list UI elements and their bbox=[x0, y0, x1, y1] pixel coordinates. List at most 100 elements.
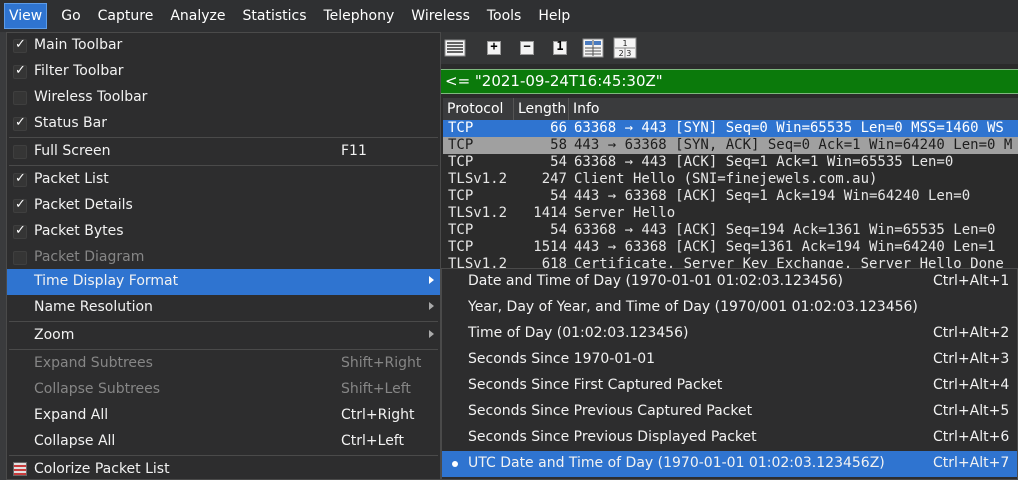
column-header-info[interactable]: Info bbox=[569, 98, 1018, 120]
packet-length: 54 bbox=[550, 154, 567, 170]
menu-item-collapse-all[interactable]: Collapse All Ctrl+Left bbox=[7, 429, 440, 455]
menu-wireless[interactable]: Wireless bbox=[408, 3, 473, 29]
submenu-item-shortcut: Ctrl+Alt+7 bbox=[933, 455, 1010, 471]
menu-item-label: Full Screen bbox=[34, 143, 111, 159]
submenu-item-seconds-since-first[interactable]: Seconds Since First Captured Packet Ctrl… bbox=[442, 373, 1017, 399]
packet-protocol: TCP bbox=[448, 154, 474, 170]
submenu-item-label: Year, Day of Year, and Time of Day (1970… bbox=[468, 299, 918, 315]
submenu-item-year-day-of-year[interactable]: Year, Day of Year, and Time of Day (1970… bbox=[442, 295, 1017, 321]
packet-info: Client Hello (SNI=finejewels.com.au) bbox=[574, 171, 878, 187]
menu-item-expand-subtrees[interactable]: Expand Subtrees Shift+Right bbox=[7, 351, 440, 377]
menu-item-label: Zoom bbox=[34, 327, 75, 343]
packet-row[interactable]: TLSv1.2 1414 Server Hello bbox=[443, 205, 1018, 222]
packet-length: 1414 bbox=[533, 205, 567, 221]
resize-columns-graphic bbox=[582, 38, 604, 58]
column-header-protocol[interactable]: Protocol bbox=[443, 98, 514, 120]
resize-columns-icon[interactable] bbox=[581, 36, 605, 60]
menu-item-time-display-format[interactable]: Time Display Format bbox=[7, 269, 440, 295]
menu-item-shortcut: Shift+Left bbox=[341, 381, 411, 397]
menu-view[interactable]: View bbox=[4, 3, 48, 29]
menu-item-shortcut: Shift+Right bbox=[341, 355, 422, 371]
colorize-icon[interactable] bbox=[443, 36, 467, 60]
menu-item-label: Packet List bbox=[34, 171, 109, 187]
menu-item-packet-list[interactable]: ✓ Packet List bbox=[7, 167, 440, 193]
menu-go[interactable]: Go bbox=[58, 3, 83, 29]
checkbox-icon: ✓ bbox=[13, 37, 27, 53]
menu-analyze[interactable]: Analyze bbox=[167, 3, 228, 29]
menu-item-colorize-packet-list[interactable]: Colorize Packet List bbox=[7, 457, 440, 480]
view-menu: ✓ Main Toolbar ✓ Filter Toolbar Wireless… bbox=[6, 32, 441, 480]
menu-item-label: Colorize Packet List bbox=[34, 461, 170, 477]
submenu-item-shortcut: Ctrl+Alt+2 bbox=[933, 325, 1010, 341]
checkbox-icon bbox=[13, 251, 27, 265]
checkbox-icon: ✓ bbox=[13, 171, 27, 187]
menu-telephony[interactable]: Telephony bbox=[321, 3, 398, 29]
menu-item-shortcut: Ctrl+Left bbox=[341, 433, 404, 449]
zoom-normal-glyph: 1 bbox=[556, 39, 564, 53]
submenu-item-shortcut: Ctrl+Alt+5 bbox=[933, 403, 1010, 419]
zoom-out-icon[interactable]: − bbox=[515, 36, 539, 60]
packet-row[interactable]: TCP 1514 443 → 63368 [ACK] Seq=1361 Ack=… bbox=[443, 239, 1018, 256]
packet-row[interactable]: TCP 58 443 → 63368 [SYN, ACK] Seq=0 Ack=… bbox=[443, 137, 1018, 154]
packet-protocol: TCP bbox=[448, 222, 474, 238]
submenu-item-label: Seconds Since First Captured Packet bbox=[468, 377, 723, 393]
zoom-normal-icon[interactable]: 1 bbox=[548, 36, 572, 60]
menu-item-label: Packet Details bbox=[34, 197, 133, 213]
menu-item-collapse-subtrees[interactable]: Collapse Subtrees Shift+Left bbox=[7, 377, 440, 403]
check-mark-icon: ✓ bbox=[15, 115, 26, 130]
packet-protocol: TLSv1.2 bbox=[448, 205, 508, 221]
zoom-in-box: + bbox=[487, 39, 501, 55]
menu-item-packet-details[interactable]: ✓ Packet Details bbox=[7, 193, 440, 219]
menu-item-full-screen[interactable]: Full Screen F11 bbox=[7, 139, 440, 165]
packet-length: 247 bbox=[541, 171, 567, 187]
check-mark-icon: ✓ bbox=[15, 223, 26, 238]
check-mark-icon: ✓ bbox=[15, 171, 26, 186]
display-filter-text[interactable]: <= "2021-09-24T16:45:30Z" bbox=[445, 72, 663, 90]
packet-length: 54 bbox=[550, 222, 567, 238]
menu-separator bbox=[9, 321, 438, 322]
menu-item-zoom[interactable]: Zoom bbox=[7, 323, 440, 349]
submenu-item-shortcut: Ctrl+Alt+4 bbox=[933, 377, 1010, 393]
menu-item-label: Packet Diagram bbox=[34, 249, 145, 265]
menu-separator bbox=[9, 455, 438, 456]
check-mark-icon: ✓ bbox=[15, 63, 26, 78]
menu-item-label: Wireless Toolbar bbox=[34, 89, 148, 105]
menu-help[interactable]: Help bbox=[535, 3, 573, 29]
zoom-in-icon[interactable]: + bbox=[482, 36, 506, 60]
checkbox-icon: ✓ bbox=[13, 197, 27, 213]
menu-item-label: Expand Subtrees bbox=[34, 355, 153, 371]
packet-row[interactable]: TCP 54 63368 → 443 [ACK] Seq=194 Ack=136… bbox=[443, 222, 1018, 239]
checkbox-icon bbox=[13, 91, 27, 105]
column-header-length[interactable]: Length bbox=[514, 98, 569, 120]
menu-item-wireless-toolbar[interactable]: Wireless Toolbar bbox=[7, 85, 440, 111]
menu-item-expand-all[interactable]: Expand All Ctrl+Right bbox=[7, 403, 440, 429]
menu-item-packet-diagram[interactable]: Packet Diagram bbox=[7, 245, 440, 271]
menu-item-main-toolbar[interactable]: ✓ Main Toolbar bbox=[7, 33, 440, 59]
packet-row[interactable]: TCP 54 63368 → 443 [ACK] Seq=1 Ack=1 Win… bbox=[443, 154, 1018, 171]
packet-row[interactable]: TLSv1.2 247 Client Hello (SNI=finejewels… bbox=[443, 171, 1018, 188]
menu-separator bbox=[9, 137, 438, 138]
packet-length: 54 bbox=[550, 188, 567, 204]
packet-row[interactable]: TCP 66 63368 → 443 [SYN] Seq=0 Win=65535… bbox=[443, 120, 1018, 137]
packet-info: 443 → 63368 [ACK] Seq=1361 Ack=194 Win=6… bbox=[574, 239, 996, 255]
menu-statistics[interactable]: Statistics bbox=[240, 3, 310, 29]
packet-length: 58 bbox=[550, 137, 567, 153]
submenu-item-seconds-since-prev-captured[interactable]: Seconds Since Previous Captured Packet C… bbox=[442, 399, 1017, 425]
menu-item-label: Status Bar bbox=[34, 115, 108, 131]
packet-info: 443 → 63368 [SYN, ACK] Seq=0 Ack=1 Win=6… bbox=[574, 137, 1013, 153]
packet-row[interactable]: TCP 54 443 → 63368 [ACK] Seq=1 Ack=194 W… bbox=[443, 188, 1018, 205]
menu-item-packet-bytes[interactable]: ✓ Packet Bytes bbox=[7, 219, 440, 245]
submenu-item-seconds-since-epoch[interactable]: Seconds Since 1970-01-01 Ctrl+Alt+3 bbox=[442, 347, 1017, 373]
submenu-item-utc-date-time[interactable]: UTC Date and Time of Day (1970-01-01 01:… bbox=[442, 451, 1017, 477]
menu-item-name-resolution[interactable]: Name Resolution bbox=[7, 295, 440, 321]
submenu-item-date-time-of-day[interactable]: Date and Time of Day (1970-01-01 01:02:0… bbox=[442, 269, 1017, 295]
menu-capture[interactable]: Capture bbox=[95, 3, 157, 29]
time-format-icon[interactable]: 1 2 3 bbox=[613, 36, 637, 60]
submenu-item-seconds-since-prev-displayed[interactable]: Seconds Since Previous Displayed Packet … bbox=[442, 425, 1017, 451]
menu-tools[interactable]: Tools bbox=[484, 3, 525, 29]
submenu-item-shortcut: Ctrl+Alt+1 bbox=[933, 273, 1010, 289]
menu-item-filter-toolbar[interactable]: ✓ Filter Toolbar bbox=[7, 59, 440, 85]
menu-item-status-bar[interactable]: ✓ Status Bar bbox=[7, 111, 440, 137]
submenu-item-time-of-day[interactable]: Time of Day (01:02:03.123456) Ctrl+Alt+2 bbox=[442, 321, 1017, 347]
zoom-in-glyph: + bbox=[490, 39, 498, 53]
